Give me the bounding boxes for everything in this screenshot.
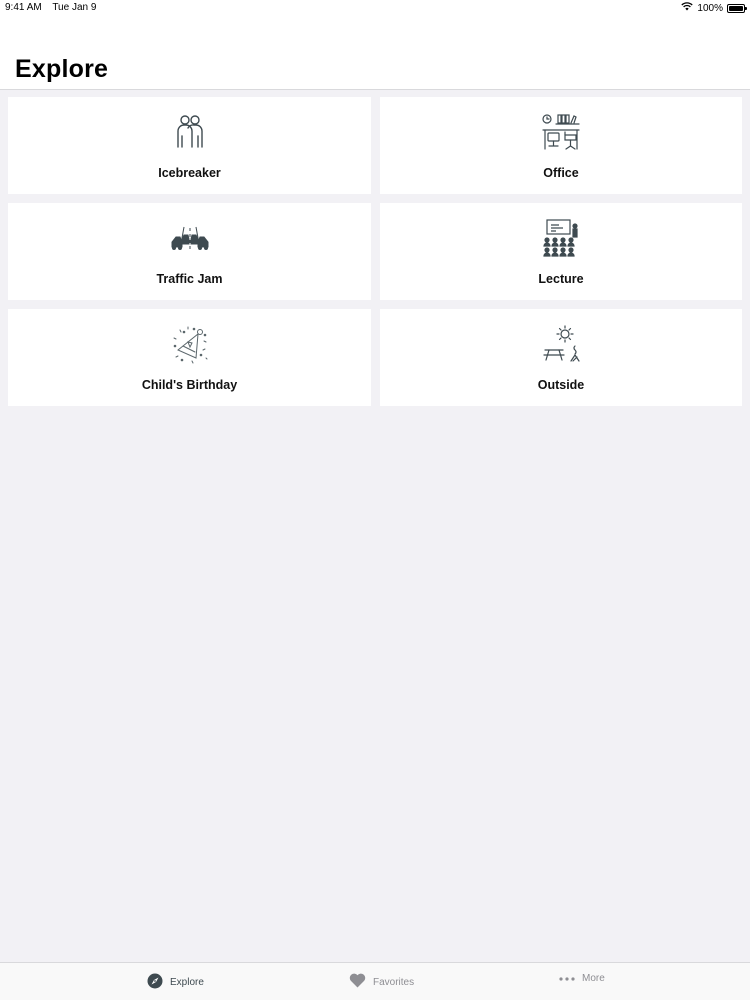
battery-fill [729,5,743,11]
traffic-jam-icon [170,218,210,258]
category-card-outside[interactable]: Outside [380,309,742,406]
heart-icon [349,973,366,991]
wifi-icon [681,2,694,14]
tab-label: Favorites [373,976,415,988]
office-desk-icon [541,112,581,152]
page-title: Explore [15,55,109,83]
tab-label: Explore [170,977,204,988]
picnic-sun-icon [541,324,581,364]
two-people-icon [170,112,210,152]
category-card-office[interactable]: Office [380,97,742,194]
tab-explore[interactable]: Explore [147,973,204,992]
category-grid: Icebreaker Office Traffic Jam Lecture Ch… [8,97,742,406]
more-dots-icon [559,973,575,984]
category-label: Outside [537,378,585,392]
status-time: 9:41 AM [5,2,42,13]
tab-more[interactable]: More [559,973,605,984]
category-label: Office [543,166,579,180]
status-date: Tue Jan 9 [52,2,97,13]
tab-favorites[interactable]: Favorites [349,973,414,991]
category-label: Traffic Jam [156,272,223,286]
lecture-hall-icon [541,218,581,258]
category-label: Lecture [538,272,584,286]
category-label: Child's Birthday [141,378,238,392]
category-card-childs-birthday[interactable]: Child's Birthday [8,309,371,406]
tab-label: More [582,973,605,984]
category-card-icebreaker[interactable]: Icebreaker [8,97,371,194]
category-label: Icebreaker [158,166,221,180]
tab-bar: Explore Favorites More [0,962,750,1000]
status-bar: 9:41 AM Tue Jan 9 100% [0,0,750,16]
navigation-bar: Explore [0,16,750,90]
category-card-traffic-jam[interactable]: Traffic Jam [8,203,371,300]
battery-icon [727,3,747,13]
category-card-lecture[interactable]: Lecture [380,203,742,300]
party-hat-icon [170,324,210,364]
battery-percent: 100% [697,2,723,14]
compass-icon [147,973,163,992]
